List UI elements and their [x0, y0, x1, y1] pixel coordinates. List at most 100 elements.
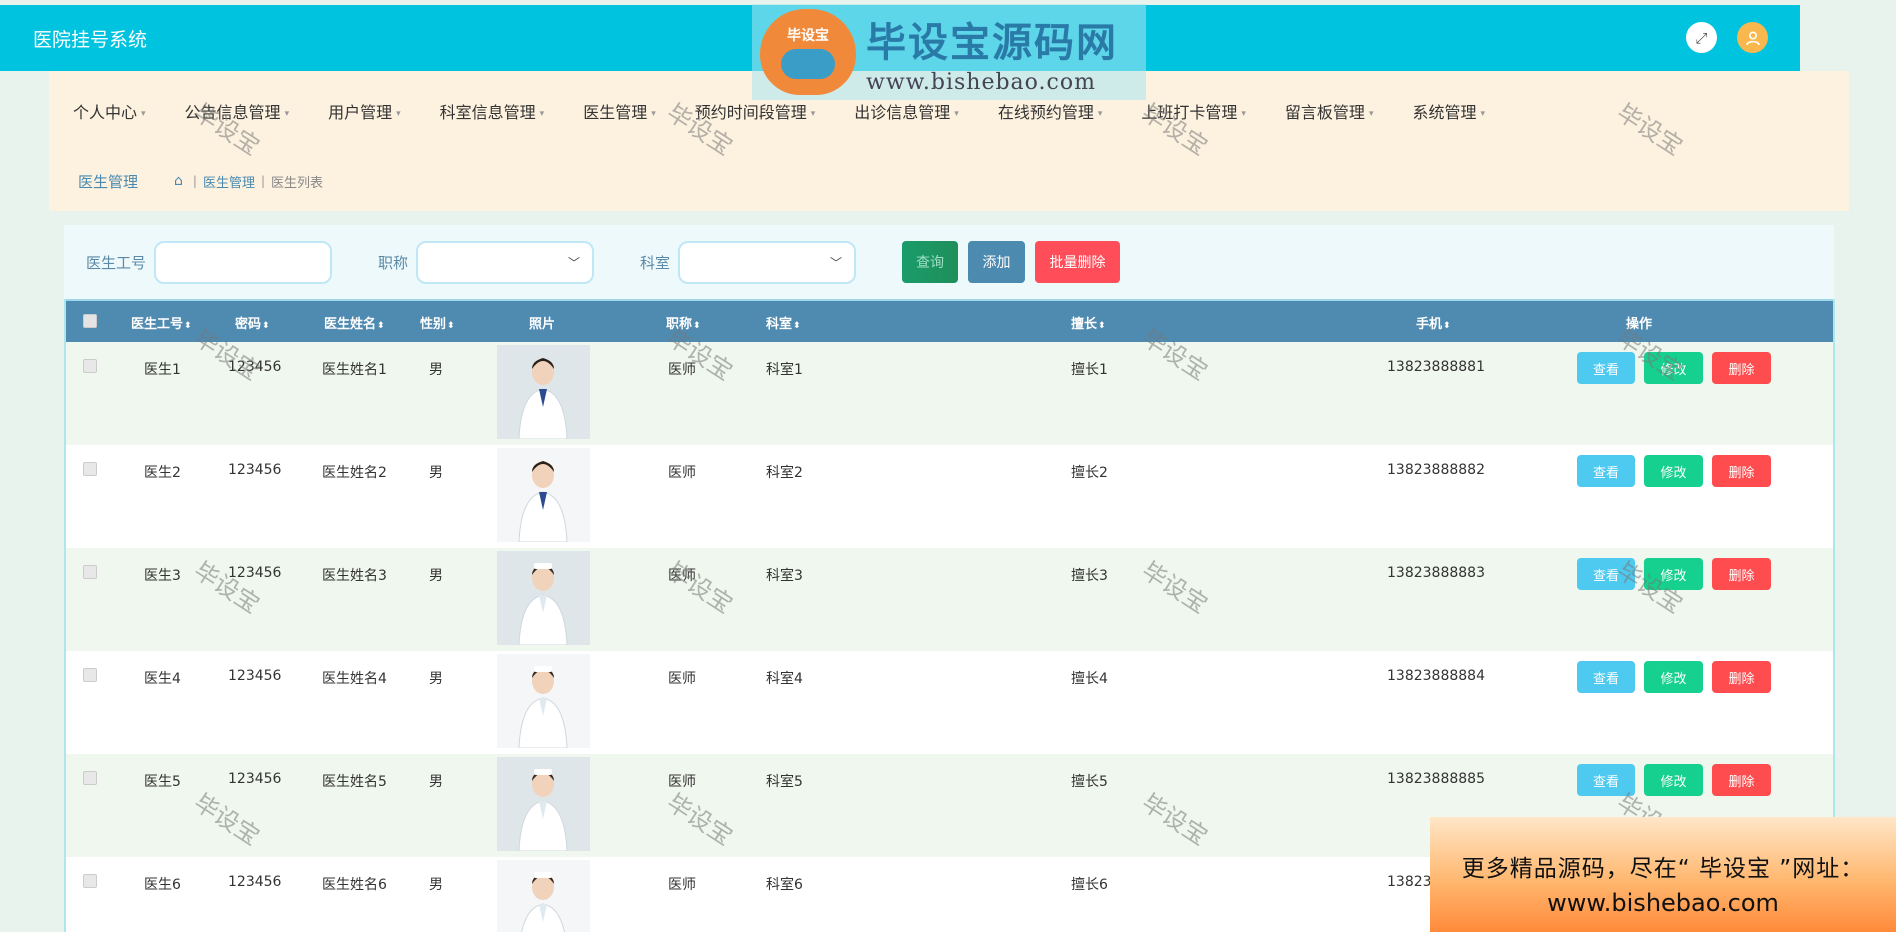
- cell-dept: 科室1: [766, 362, 803, 378]
- nav-item[interactable]: 出诊信息管理 ▾: [854, 99, 959, 123]
- caret-down-icon: ▾: [1480, 108, 1486, 119]
- user-avatar-icon: [1745, 30, 1760, 45]
- table-row: 医生2 123456 医生姓名2 男 医师 科室2 擅长2 13823888882 查看 修改 删除: [66, 445, 1833, 548]
- sort-icon: ⬍: [793, 321, 801, 331]
- page-title: 医生管理: [78, 172, 139, 191]
- edit-button[interactable]: 修改: [1644, 558, 1703, 590]
- delete-button[interactable]: 删除: [1712, 558, 1771, 590]
- cell-doctor-name: 医生姓名6: [322, 877, 387, 893]
- add-button[interactable]: 添加: [968, 241, 1026, 283]
- cell-skill: 擅长2: [1071, 465, 1108, 481]
- logo-url: www.bishebao.com: [866, 69, 1096, 95]
- caret-down-icon: ▾: [141, 108, 146, 119]
- caret-down-icon: ▾: [954, 108, 959, 119]
- dept-select[interactable]: ﹀: [678, 240, 857, 284]
- search-button[interactable]: 查询: [902, 241, 959, 283]
- delete-button[interactable]: 删除: [1712, 455, 1771, 487]
- sort-icon: ⬍: [262, 321, 270, 331]
- header-password[interactable]: 密码⬍: [235, 313, 270, 332]
- row-checkbox[interactable]: [83, 771, 97, 785]
- table-row: 医生1 123456 医生姓名1 男 医师 科室1 擅长1 13823888881 查看 修改 删除: [66, 342, 1833, 445]
- header-title[interactable]: 职称⬍: [666, 313, 701, 332]
- nav-item-label: 在线预约管理: [997, 103, 1094, 122]
- doctor-photo-graphic: [497, 654, 590, 748]
- nav-item[interactable]: 公告信息管理 ▾: [185, 99, 290, 123]
- cell-dept: 科室3: [766, 568, 803, 584]
- cell-dept: 科室4: [766, 671, 803, 687]
- row-checkbox[interactable]: [83, 462, 97, 476]
- sort-icon: ⬍: [693, 321, 701, 331]
- doctor-photo: [497, 654, 590, 748]
- breadcrumb-link[interactable]: 医生管理: [203, 172, 255, 191]
- delete-button[interactable]: 删除: [1712, 661, 1771, 693]
- doctor-id-input[interactable]: [154, 240, 333, 284]
- select-all-checkbox[interactable]: [83, 314, 97, 328]
- cell-doctor-id: 医生6: [144, 877, 181, 893]
- cell-gender: 男: [429, 877, 443, 893]
- user-icon[interactable]: [1737, 22, 1768, 53]
- edit-button[interactable]: 修改: [1644, 661, 1703, 693]
- nav-item[interactable]: 上班打卡管理 ▾: [1141, 99, 1246, 123]
- nav-item-label: 个人中心: [73, 103, 138, 122]
- view-button[interactable]: 查看: [1577, 558, 1635, 590]
- view-button[interactable]: 查看: [1577, 455, 1635, 487]
- cell-gender: 男: [429, 671, 443, 687]
- caret-down-icon: ▾: [284, 108, 290, 119]
- cell-phone: 13823888881: [1387, 359, 1485, 375]
- expand-icon[interactable]: ⤢: [1686, 22, 1717, 53]
- edit-button[interactable]: 修改: [1644, 352, 1703, 384]
- view-button[interactable]: 查看: [1577, 764, 1635, 796]
- doctor-photo: [497, 860, 590, 932]
- cell-gender: 男: [429, 465, 443, 481]
- header-doctor-id[interactable]: 医生工号⬍: [131, 313, 192, 332]
- nav-item[interactable]: 留言板管理 ▾: [1285, 99, 1374, 123]
- cell-skill: 擅长5: [1071, 774, 1108, 790]
- cell-dept: 科室6: [766, 877, 803, 893]
- row-checkbox[interactable]: [83, 565, 97, 579]
- view-button[interactable]: 查看: [1577, 661, 1635, 693]
- cell-doctor-id: 医生4: [144, 671, 181, 687]
- cell-password: 123456: [228, 771, 282, 787]
- cell-doctor-id: 医生2: [144, 465, 181, 481]
- promo-url: www.bishebao.com: [1547, 889, 1779, 917]
- header-label: 医生工号: [131, 317, 184, 332]
- header-label: 擅长: [1071, 317, 1098, 332]
- nav-item[interactable]: 科室信息管理 ▾: [440, 99, 545, 123]
- nav-item-label: 出诊信息管理: [854, 103, 951, 122]
- header-label: 职称: [666, 317, 693, 332]
- nav-item[interactable]: 个人中心 ▾: [73, 99, 146, 123]
- nav-item-label: 留言板管理: [1284, 103, 1365, 122]
- delete-button[interactable]: 删除: [1712, 352, 1771, 384]
- nav-item[interactable]: 用户管理 ▾: [328, 99, 401, 123]
- row-checkbox[interactable]: [83, 359, 97, 373]
- doctor-id-label: 医生工号: [86, 253, 147, 272]
- batch-delete-button[interactable]: 批量删除: [1035, 241, 1121, 283]
- nav-item-label: 科室信息管理: [439, 103, 536, 122]
- nav-item[interactable]: 预约时间段管理 ▾: [695, 99, 816, 123]
- view-button[interactable]: 查看: [1577, 352, 1635, 384]
- nav-item[interactable]: 在线预约管理 ▾: [998, 99, 1103, 123]
- row-checkbox[interactable]: [83, 668, 97, 682]
- home-icon[interactable]: ⌂: [174, 173, 183, 189]
- delete-button[interactable]: 删除: [1712, 764, 1771, 796]
- cell-doctor-id: 医生3: [144, 568, 181, 584]
- row-checkbox[interactable]: [83, 874, 97, 888]
- caret-down-icon: ▾: [396, 108, 401, 119]
- header-phone[interactable]: 手机⬍: [1416, 313, 1451, 332]
- header-actions: ⤢: [1686, 22, 1768, 53]
- title-label: 职称: [378, 253, 409, 272]
- edit-button[interactable]: 修改: [1644, 455, 1703, 487]
- edit-button[interactable]: 修改: [1644, 764, 1703, 796]
- nav-item[interactable]: 医生管理 ▾: [583, 99, 656, 123]
- logo-badge: 毕设宝: [760, 9, 856, 95]
- promo-text: 更多精品源码，尽在“ 毕设宝 ”网址：: [1461, 856, 1865, 882]
- header-gender[interactable]: 性别⬍: [420, 313, 455, 332]
- header-dept[interactable]: 科室⬍: [766, 313, 801, 332]
- table-row: 医生4 123456 医生姓名4 男 医师 科室4 擅长4 13823888884 查看 修改 删除: [66, 651, 1833, 754]
- header-skill[interactable]: 擅长⬍: [1071, 313, 1106, 332]
- cell-doctor-id: 医生5: [144, 774, 181, 790]
- nav-item[interactable]: 系统管理 ▾: [1412, 99, 1485, 123]
- header-doctor-name[interactable]: 医生姓名⬍: [324, 313, 385, 332]
- title-select[interactable]: ﹀: [416, 240, 595, 284]
- cell-skill: 擅长3: [1071, 568, 1108, 584]
